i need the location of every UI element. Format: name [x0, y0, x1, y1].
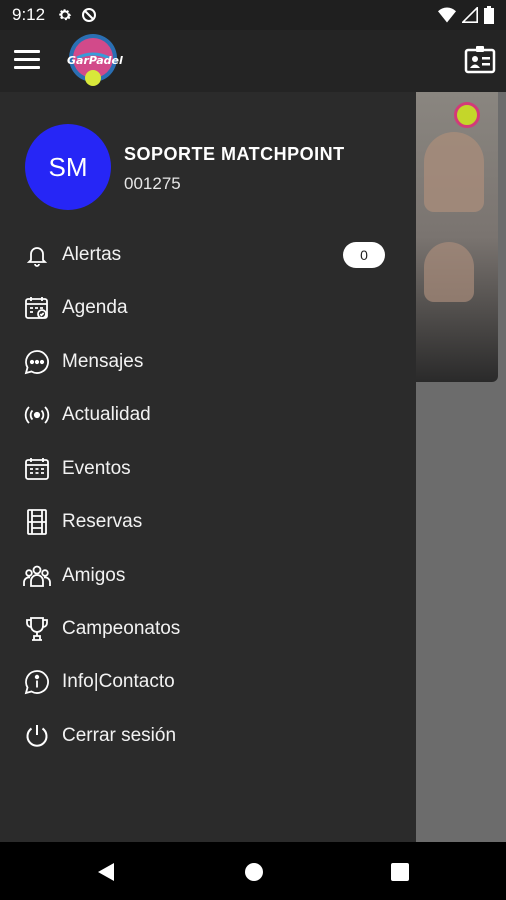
menu-label: Actualidad [62, 404, 151, 425]
background-image-card[interactable] [414, 92, 498, 382]
menu-item-eventos[interactable]: Eventos [0, 445, 416, 493]
app-bar: GarPadel [0, 30, 506, 92]
menu-label: Mensajes [62, 351, 144, 372]
menu-label: Cerrar sesión [62, 725, 177, 746]
court-icon [23, 508, 51, 536]
hamburger-menu-icon[interactable] [14, 50, 40, 70]
power-icon [23, 722, 51, 750]
no-disturb-icon [82, 8, 97, 22]
user-id: 001275 [124, 174, 181, 193]
broadcast-icon [23, 401, 51, 429]
menu-item-amigos[interactable]: Amigos [0, 552, 416, 600]
id-card-icon[interactable] [464, 44, 496, 76]
system-nav-bar [0, 842, 506, 900]
user-name: SOPORTE MATCHPOINT [124, 144, 345, 164]
menu-label: Amigos [62, 565, 126, 586]
menu-item-campeonatos[interactable]: Campeonatos [0, 605, 416, 653]
menu-label: Info|Contacto [62, 671, 175, 692]
alert-count-badge: 0 [343, 242, 385, 268]
signal-icon [462, 7, 478, 23]
chat-bubble-icon [23, 348, 51, 376]
menu-label: Agenda [62, 297, 128, 318]
menu-item-actualidad[interactable]: Actualidad [0, 391, 416, 439]
svg-text:GarPadel: GarPadel [67, 54, 123, 67]
menu-item-info-contacto[interactable]: Info|Contacto [0, 658, 416, 706]
menu-label: Reservas [62, 511, 143, 532]
home-icon[interactable] [243, 861, 265, 883]
battery-icon [484, 6, 494, 24]
status-bar: 9:12 [0, 0, 506, 30]
trophy-icon [23, 615, 51, 643]
recents-icon[interactable] [389, 861, 411, 883]
navigation-drawer: SM SOPORTE MATCHPOINT 001275 Alertas 0 A… [0, 92, 416, 842]
menu-item-alertas[interactable]: Alertas 0 [0, 231, 416, 279]
status-time: 9:12 [12, 5, 46, 24]
info-bubble-icon [23, 668, 51, 696]
menu-item-agenda[interactable]: Agenda [0, 284, 416, 332]
garpadel-logo: GarPadel [67, 34, 123, 86]
calendar-grid-icon [23, 455, 51, 483]
back-icon[interactable] [95, 861, 117, 883]
bell-icon [23, 241, 51, 269]
menu-item-cerrar-sesion[interactable]: Cerrar sesión [0, 712, 416, 760]
menu-label: Eventos [62, 458, 131, 479]
calendar-check-icon [23, 294, 51, 322]
menu-item-reservas[interactable]: Reservas [0, 498, 416, 546]
settings-gear-icon [59, 9, 72, 21]
group-icon [23, 562, 51, 590]
menu-item-mensajes[interactable]: Mensajes [0, 338, 416, 386]
menu-label: Alertas [62, 244, 122, 265]
menu-label: Campeonatos [62, 618, 181, 639]
avatar: SM [25, 124, 111, 210]
wifi-icon [438, 7, 456, 23]
